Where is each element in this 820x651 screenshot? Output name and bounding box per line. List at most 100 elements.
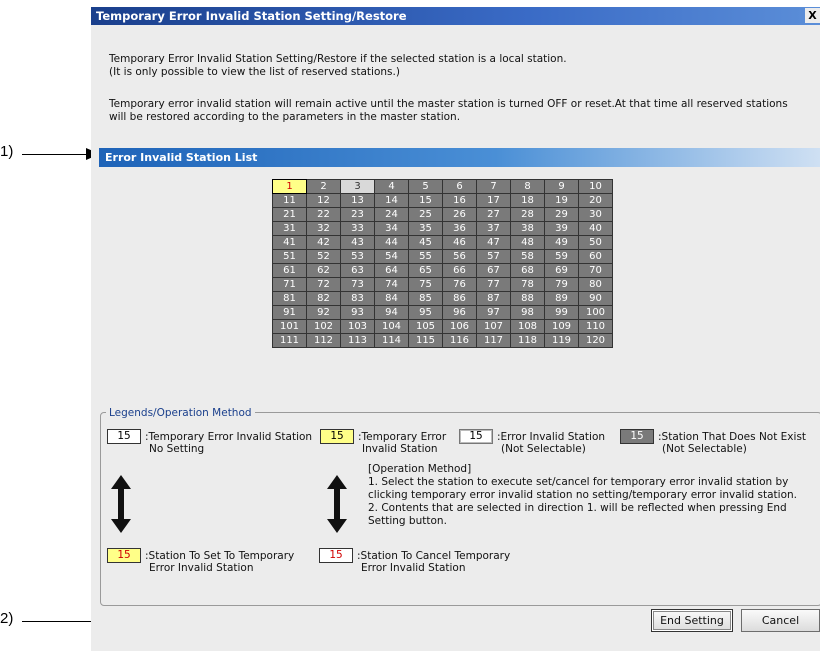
station-cell-106[interactable]: 106 — [442, 319, 477, 334]
station-cell-80[interactable]: 80 — [578, 277, 613, 292]
station-cell-20[interactable]: 20 — [578, 193, 613, 208]
station-cell-47[interactable]: 47 — [476, 235, 511, 250]
station-cell-48[interactable]: 48 — [510, 235, 545, 250]
station-cell-75[interactable]: 75 — [408, 277, 443, 292]
station-cell-7[interactable]: 7 — [476, 179, 511, 194]
station-cell-66[interactable]: 66 — [442, 263, 477, 278]
station-cell-67[interactable]: 67 — [476, 263, 511, 278]
station-cell-113[interactable]: 113 — [340, 333, 375, 348]
station-cell-8[interactable]: 8 — [510, 179, 545, 194]
station-cell-5[interactable]: 5 — [408, 179, 443, 194]
station-cell-116[interactable]: 116 — [442, 333, 477, 348]
station-cell-101[interactable]: 101 — [272, 319, 307, 334]
station-cell-99[interactable]: 99 — [544, 305, 579, 320]
station-cell-30[interactable]: 30 — [578, 207, 613, 222]
station-cell-35[interactable]: 35 — [408, 221, 443, 236]
station-cell-81[interactable]: 81 — [272, 291, 307, 306]
station-cell-41[interactable]: 41 — [272, 235, 307, 250]
station-cell-13[interactable]: 13 — [340, 193, 375, 208]
station-cell-120[interactable]: 120 — [578, 333, 613, 348]
station-cell-29[interactable]: 29 — [544, 207, 579, 222]
station-cell-39[interactable]: 39 — [544, 221, 579, 236]
station-cell-94[interactable]: 94 — [374, 305, 409, 320]
close-button[interactable]: X — [805, 8, 820, 23]
station-cell-96[interactable]: 96 — [442, 305, 477, 320]
station-cell-77[interactable]: 77 — [476, 277, 511, 292]
station-cell-86[interactable]: 86 — [442, 291, 477, 306]
station-cell-28[interactable]: 28 — [510, 207, 545, 222]
cancel-button[interactable]: Cancel — [741, 609, 820, 632]
station-cell-25[interactable]: 25 — [408, 207, 443, 222]
station-cell-22[interactable]: 22 — [306, 207, 341, 222]
station-cell-34[interactable]: 34 — [374, 221, 409, 236]
station-cell-10[interactable]: 10 — [578, 179, 613, 194]
end-setting-button[interactable]: End Setting — [651, 609, 733, 632]
station-cell-115[interactable]: 115 — [408, 333, 443, 348]
station-cell-69[interactable]: 69 — [544, 263, 579, 278]
station-cell-72[interactable]: 72 — [306, 277, 341, 292]
station-cell-38[interactable]: 38 — [510, 221, 545, 236]
station-cell-68[interactable]: 68 — [510, 263, 545, 278]
station-cell-36[interactable]: 36 — [442, 221, 477, 236]
station-cell-53[interactable]: 53 — [340, 249, 375, 264]
station-cell-110[interactable]: 110 — [578, 319, 613, 334]
station-cell-56[interactable]: 56 — [442, 249, 477, 264]
station-cell-88[interactable]: 88 — [510, 291, 545, 306]
station-cell-89[interactable]: 89 — [544, 291, 579, 306]
station-cell-15[interactable]: 15 — [408, 193, 443, 208]
station-cell-78[interactable]: 78 — [510, 277, 545, 292]
station-cell-85[interactable]: 85 — [408, 291, 443, 306]
station-cell-57[interactable]: 57 — [476, 249, 511, 264]
station-cell-74[interactable]: 74 — [374, 277, 409, 292]
station-cell-27[interactable]: 27 — [476, 207, 511, 222]
station-cell-87[interactable]: 87 — [476, 291, 511, 306]
station-cell-24[interactable]: 24 — [374, 207, 409, 222]
station-cell-37[interactable]: 37 — [476, 221, 511, 236]
station-cell-112[interactable]: 112 — [306, 333, 341, 348]
station-cell-58[interactable]: 58 — [510, 249, 545, 264]
station-cell-111[interactable]: 111 — [272, 333, 307, 348]
station-cell-71[interactable]: 71 — [272, 277, 307, 292]
station-cell-108[interactable]: 108 — [510, 319, 545, 334]
station-cell-114[interactable]: 114 — [374, 333, 409, 348]
station-cell-16[interactable]: 16 — [442, 193, 477, 208]
station-cell-64[interactable]: 64 — [374, 263, 409, 278]
station-cell-90[interactable]: 90 — [578, 291, 613, 306]
station-cell-6[interactable]: 6 — [442, 179, 477, 194]
station-cell-49[interactable]: 49 — [544, 235, 579, 250]
station-cell-51[interactable]: 51 — [272, 249, 307, 264]
station-cell-11[interactable]: 11 — [272, 193, 307, 208]
station-cell-93[interactable]: 93 — [340, 305, 375, 320]
station-cell-45[interactable]: 45 — [408, 235, 443, 250]
station-cell-21[interactable]: 21 — [272, 207, 307, 222]
station-cell-82[interactable]: 82 — [306, 291, 341, 306]
station-cell-46[interactable]: 46 — [442, 235, 477, 250]
station-cell-1[interactable]: 1 — [272, 179, 307, 194]
station-cell-50[interactable]: 50 — [578, 235, 613, 250]
station-cell-26[interactable]: 26 — [442, 207, 477, 222]
station-cell-103[interactable]: 103 — [340, 319, 375, 334]
station-cell-109[interactable]: 109 — [544, 319, 579, 334]
station-cell-60[interactable]: 60 — [578, 249, 613, 264]
station-cell-61[interactable]: 61 — [272, 263, 307, 278]
station-cell-31[interactable]: 31 — [272, 221, 307, 236]
station-cell-65[interactable]: 65 — [408, 263, 443, 278]
station-cell-62[interactable]: 62 — [306, 263, 341, 278]
station-cell-44[interactable]: 44 — [374, 235, 409, 250]
station-cell-79[interactable]: 79 — [544, 277, 579, 292]
station-cell-52[interactable]: 52 — [306, 249, 341, 264]
station-cell-19[interactable]: 19 — [544, 193, 579, 208]
station-cell-2[interactable]: 2 — [306, 179, 341, 194]
station-cell-3[interactable]: 3 — [340, 179, 375, 194]
station-cell-23[interactable]: 23 — [340, 207, 375, 222]
station-cell-83[interactable]: 83 — [340, 291, 375, 306]
station-cell-76[interactable]: 76 — [442, 277, 477, 292]
station-cell-4[interactable]: 4 — [374, 179, 409, 194]
station-cell-18[interactable]: 18 — [510, 193, 545, 208]
station-cell-92[interactable]: 92 — [306, 305, 341, 320]
station-cell-91[interactable]: 91 — [272, 305, 307, 320]
station-cell-95[interactable]: 95 — [408, 305, 443, 320]
station-cell-32[interactable]: 32 — [306, 221, 341, 236]
station-cell-73[interactable]: 73 — [340, 277, 375, 292]
station-cell-9[interactable]: 9 — [544, 179, 579, 194]
